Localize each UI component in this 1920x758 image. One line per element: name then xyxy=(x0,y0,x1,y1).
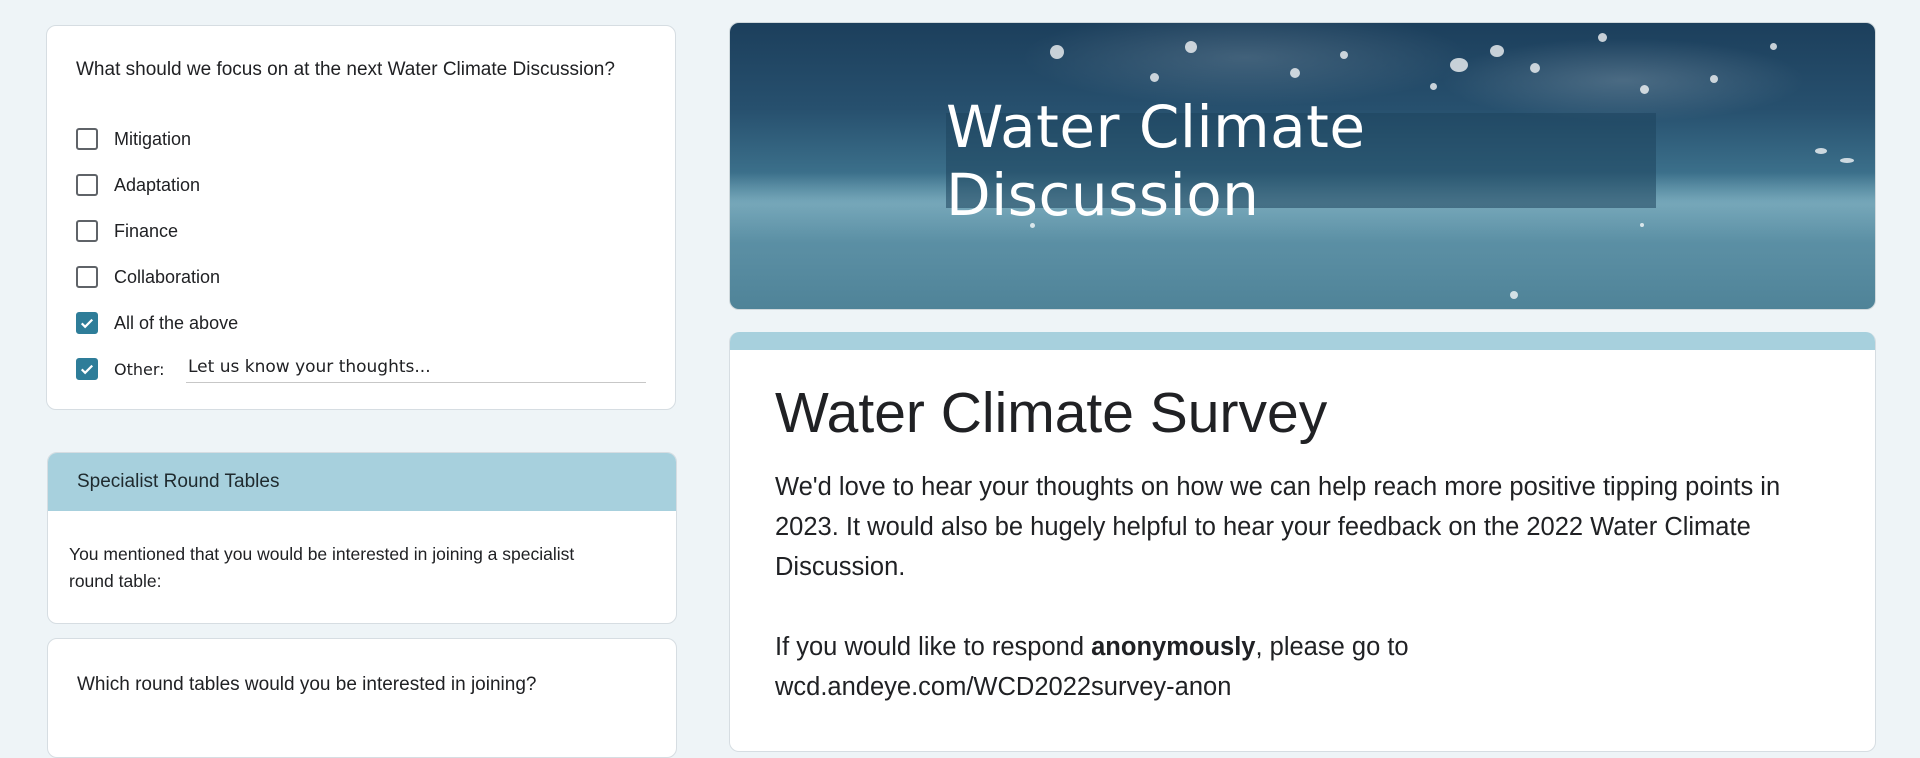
checkbox[interactable] xyxy=(76,128,98,150)
bubble xyxy=(1815,148,1827,154)
focus-question-card: What should we focus on at the next Wate… xyxy=(46,25,676,410)
checkmark-icon xyxy=(80,318,94,329)
option-all-of-the-above[interactable]: All of the above xyxy=(76,300,646,346)
bubble xyxy=(1290,68,1300,78)
banner-title: Water Climate Discussion xyxy=(946,92,1366,229)
question-title: Which round tables would you be interest… xyxy=(77,674,537,695)
form-intro-card: Water Climate Survey We'd love to hear y… xyxy=(729,332,1876,752)
bubble xyxy=(1770,43,1777,50)
bubble xyxy=(1050,45,1064,59)
header-banner-image: Water Climate Discussion xyxy=(729,22,1876,310)
bubble xyxy=(1710,75,1718,83)
checkbox-options: Mitigation Adaptation Finance Collaborat… xyxy=(76,116,646,392)
anonymous-paragraph: If you would like to respond anonymously… xyxy=(775,627,1825,707)
option-label: All of the above xyxy=(114,312,239,333)
anon-prefix: If you would like to respond xyxy=(775,633,1092,661)
question-title: What should we focus on at the next Wate… xyxy=(76,59,615,80)
checkmark-icon xyxy=(80,364,94,375)
section-title: Specialist Round Tables xyxy=(48,453,676,511)
other-text-input[interactable] xyxy=(186,355,646,383)
round-tables-question-card: Which round tables would you be interest… xyxy=(47,638,677,758)
bubble xyxy=(1430,83,1437,90)
anonymous-survey-link: wcd.andeye.com/WCD2022survey-anon xyxy=(775,673,1232,701)
anon-bold: anonymously xyxy=(1091,633,1256,661)
form-title: Water Climate Survey xyxy=(775,381,1328,445)
option-finance[interactable]: Finance xyxy=(76,208,646,254)
option-collaboration[interactable]: Collaboration xyxy=(76,254,646,300)
bubble xyxy=(1185,41,1197,53)
section-description: You mentioned that you would be interest… xyxy=(69,544,575,591)
bubble xyxy=(1510,291,1518,299)
option-other[interactable]: Other: xyxy=(76,346,646,392)
checkbox-checked[interactable] xyxy=(76,312,98,334)
bubble xyxy=(1150,73,1159,82)
bubble xyxy=(1450,58,1468,72)
option-mitigation[interactable]: Mitigation xyxy=(76,116,646,162)
bubble xyxy=(1490,45,1504,57)
option-adaptation[interactable]: Adaptation xyxy=(76,162,646,208)
checkbox[interactable] xyxy=(76,174,98,196)
option-label: Adaptation xyxy=(114,174,201,195)
form-description: We'd love to hear your thoughts on how w… xyxy=(775,467,1825,747)
option-label: Collaboration xyxy=(114,266,221,287)
checkbox[interactable] xyxy=(76,266,98,288)
anon-suffix: , please go to xyxy=(1255,633,1409,661)
banner-title-box: Water Climate Discussion xyxy=(946,93,1656,229)
accent-bar xyxy=(730,332,1875,350)
bubble xyxy=(1840,158,1854,163)
description-paragraph: We'd love to hear your thoughts on how w… xyxy=(775,473,1781,581)
checkbox-checked[interactable] xyxy=(76,358,98,380)
bubble xyxy=(1340,51,1348,59)
option-label: Finance xyxy=(114,220,179,241)
bubble xyxy=(1530,63,1540,73)
other-label: Other: xyxy=(114,359,165,379)
section-card: Specialist Round Tables You mentioned th… xyxy=(47,452,677,624)
checkbox[interactable] xyxy=(76,220,98,242)
option-label: Mitigation xyxy=(114,128,192,149)
bubble xyxy=(1598,33,1607,42)
